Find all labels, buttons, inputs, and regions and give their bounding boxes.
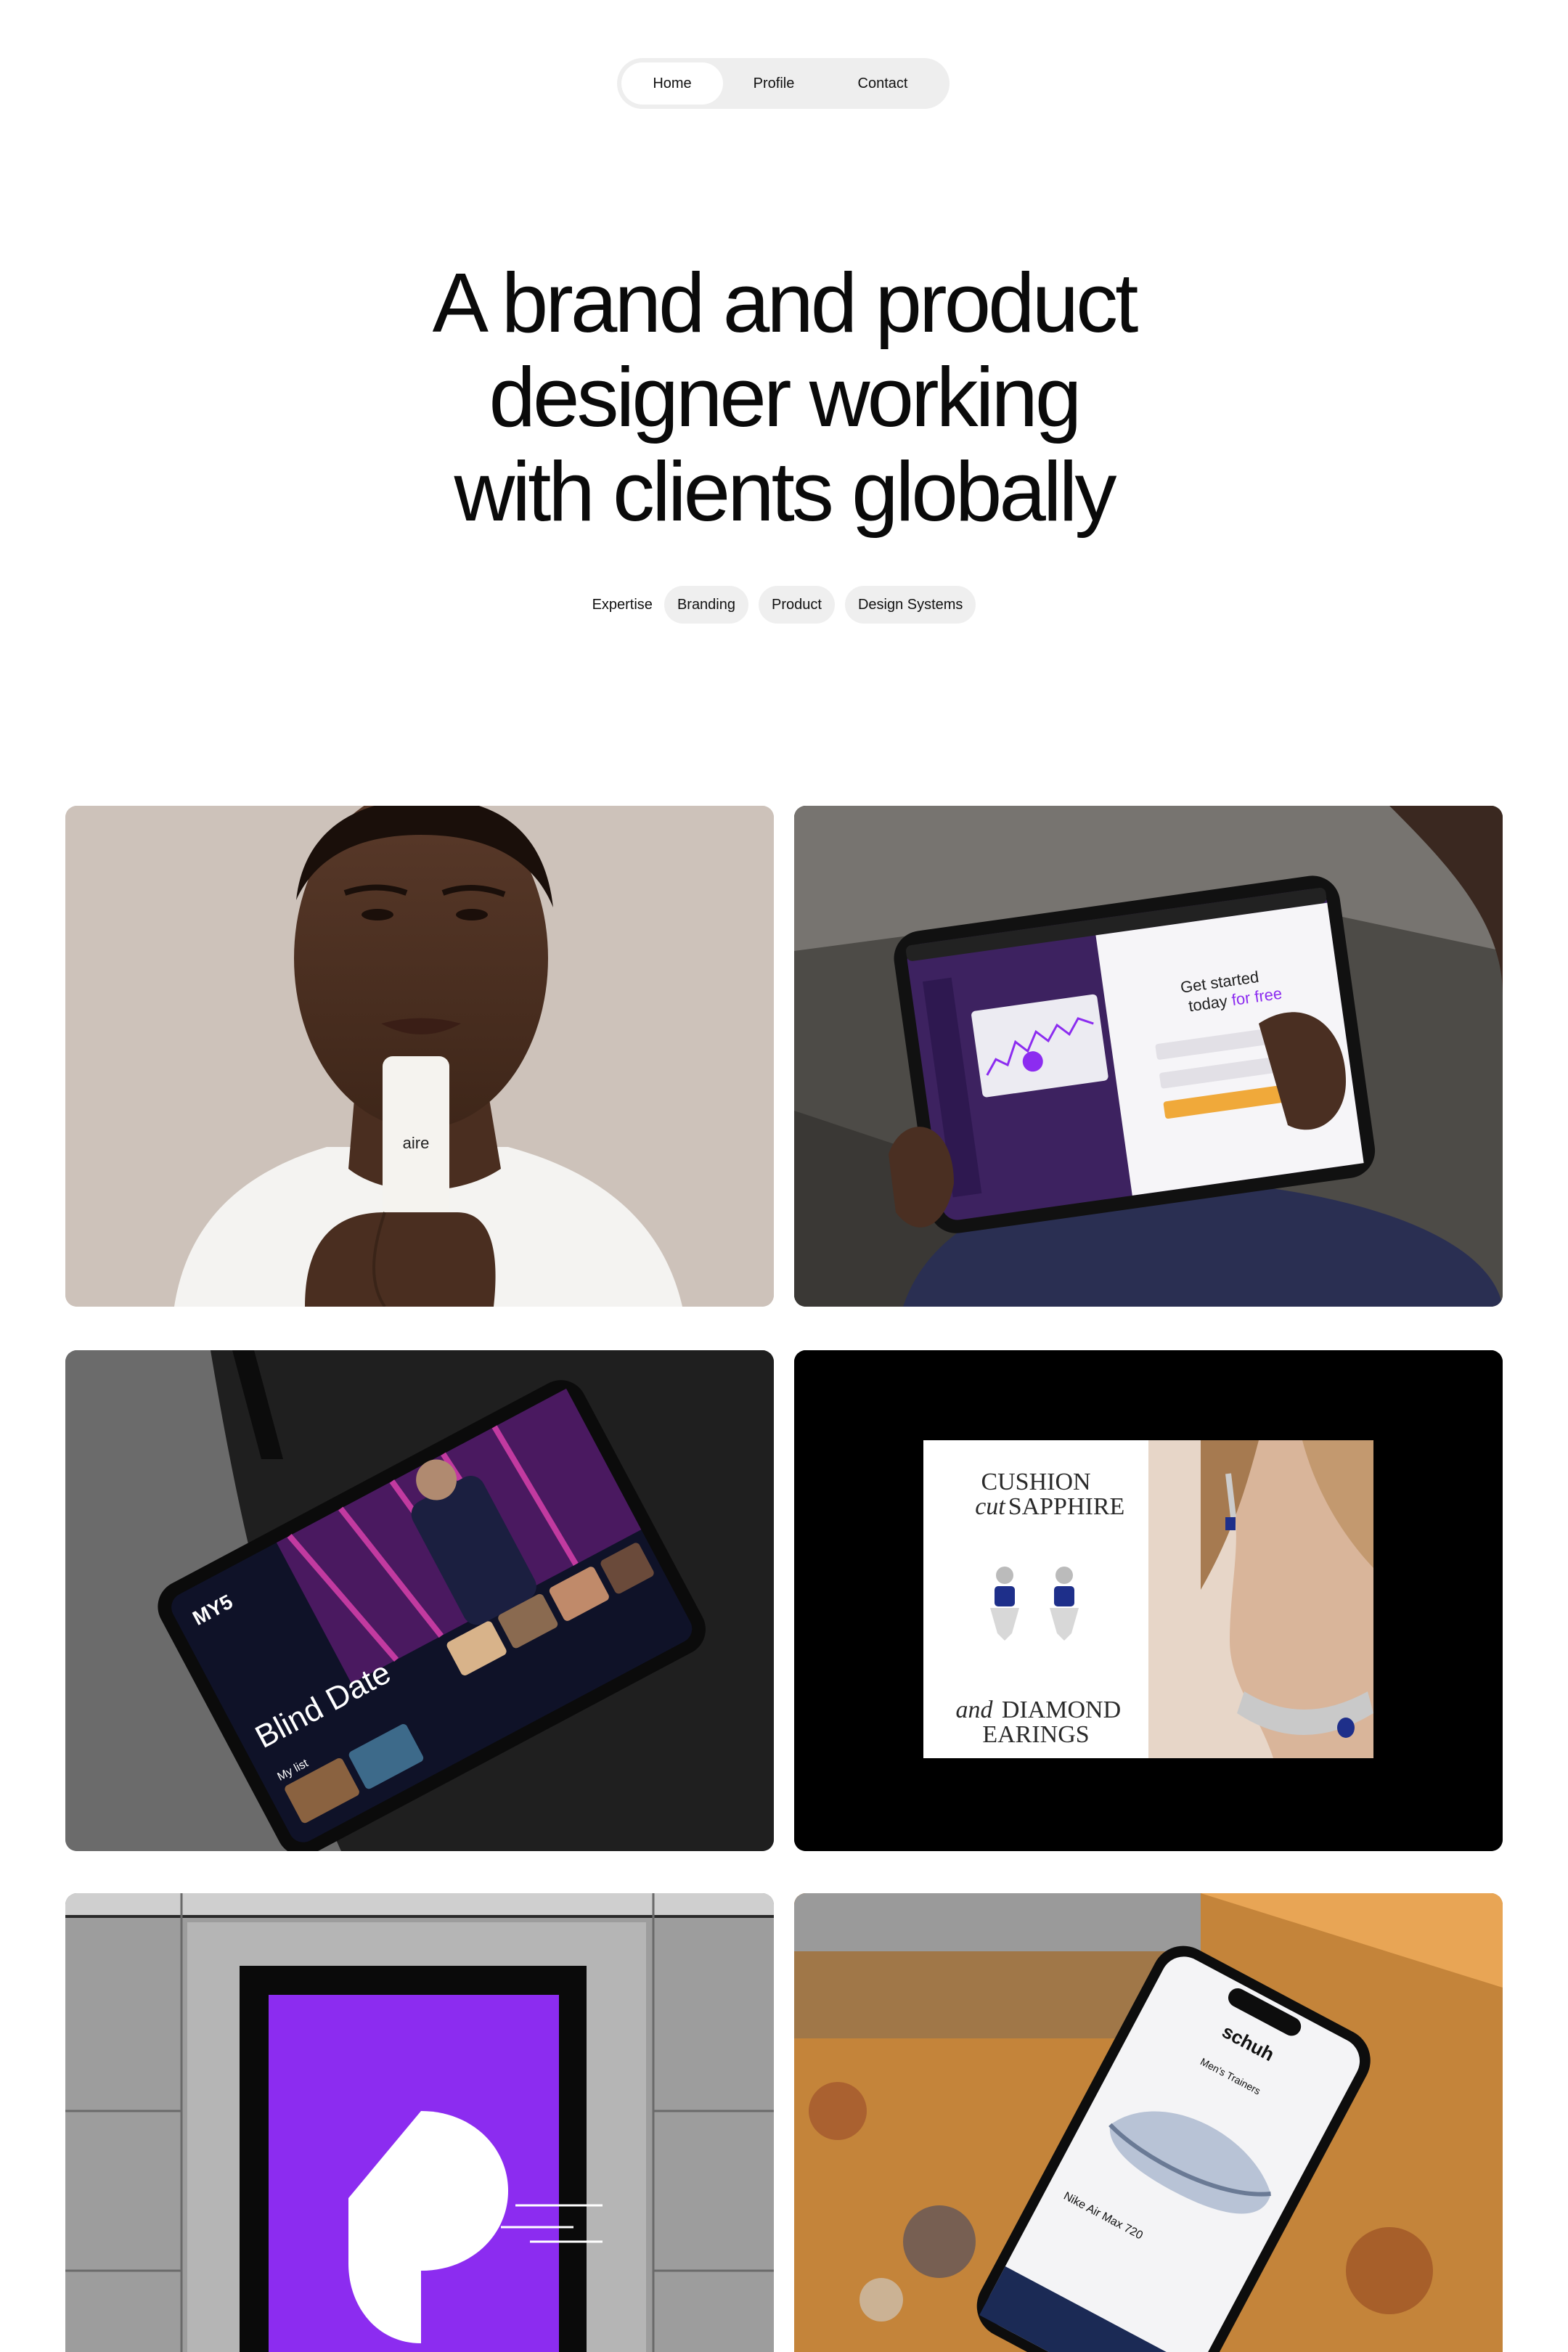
jewellery-line-2: SAPPHIRE: [1008, 1493, 1125, 1520]
project-card-aire[interactable]: aire: [65, 806, 774, 1307]
project-card-my5[interactable]: MY5 Blind Date My list: [65, 1350, 774, 1851]
expertise-label: Expertise: [592, 596, 653, 613]
project-card-poster[interactable]: [65, 1893, 774, 2352]
hero-line-2: designer working: [489, 350, 1082, 444]
project-card-correlated[interactable]: Get started today for free: [794, 806, 1503, 1307]
correlated-image: Get started today for free: [794, 806, 1503, 1307]
poster-image: [65, 1893, 774, 2352]
jewellery-line-4: EARINGS: [982, 1721, 1089, 1748]
hero-line-3: with clients globally: [454, 444, 1117, 539]
tag-design-systems[interactable]: Design Systems: [844, 586, 976, 624]
my5-image: MY5 Blind Date My list: [65, 1350, 774, 1851]
aire-image: aire: [65, 806, 774, 1307]
jewellery-line-1: CUSHION: [981, 1469, 1090, 1495]
tag-product[interactable]: Product: [759, 586, 835, 624]
tag-branding[interactable]: Branding: [663, 586, 748, 624]
jewellery-line-2-italic: cut: [975, 1493, 1006, 1520]
expertise-row: Expertise Branding Product Design System…: [0, 585, 1568, 624]
project-card-schuh[interactable]: schuh Men's Trainers Nike Air Max 720: [794, 1893, 1503, 2352]
nav-contact[interactable]: Contact: [825, 62, 941, 105]
aire-logo-text: aire: [403, 1134, 430, 1152]
nav-home[interactable]: Home: [621, 62, 723, 105]
nav-profile[interactable]: Profile: [723, 62, 825, 105]
top-nav: Home Profile Contact: [617, 58, 950, 109]
project-card-jewellery[interactable]: CUSHION cut SAPPHIRE and DIAMOND EARINGS: [794, 1350, 1503, 1851]
jewellery-line-3: DIAMOND: [1002, 1696, 1121, 1723]
hero-heading: A brand and product designer working wit…: [218, 256, 1350, 539]
hero-line-1: A brand and product: [432, 256, 1139, 350]
schuh-image: schuh Men's Trainers Nike Air Max 720: [794, 1893, 1503, 2352]
jewellery-image: CUSHION cut SAPPHIRE and DIAMOND EARINGS: [794, 1350, 1503, 1851]
jewellery-line-3-italic: and: [956, 1696, 994, 1723]
